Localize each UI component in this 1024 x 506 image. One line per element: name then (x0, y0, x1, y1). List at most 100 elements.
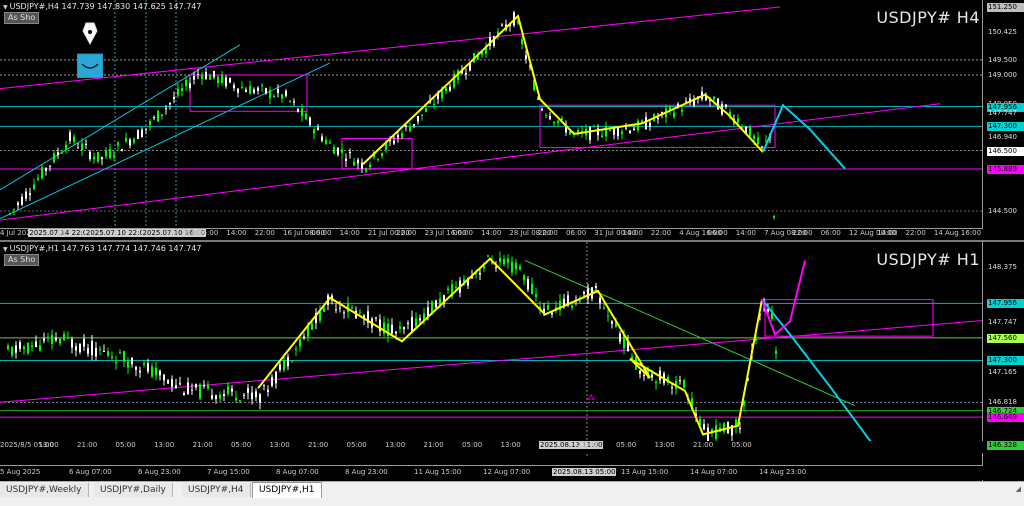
dropdown-arrow-icon[interactable]: ▼ (3, 4, 8, 11)
h4-candle-body (525, 55, 527, 59)
h1-price-label: 147.165 (988, 368, 1017, 377)
h4-candle-body (225, 77, 227, 87)
h1-candle-body (75, 346, 77, 351)
h1-candle-body (151, 366, 153, 377)
h4-candle-body (417, 116, 419, 122)
h1-candle-body (83, 338, 85, 347)
h1-time-label: 05:00 (346, 441, 367, 449)
h4-candle-body (121, 149, 123, 152)
h1-date-time-label: 11 Aug 15:00 (414, 468, 462, 476)
h4-chart-pane[interactable]: ▼ USDJPY#,H4 147.739 147.830 147.625 147.… (0, 0, 1024, 240)
h1-candle-body (43, 338, 45, 341)
h1-candle-body (51, 334, 53, 344)
h4-candle-body (313, 129, 315, 134)
h4-candle-body (561, 118, 563, 120)
h1-candle-body (323, 308, 325, 312)
h4-candle-body (269, 90, 271, 99)
pen-nib-icon[interactable] (76, 20, 104, 79)
h4-candle-body (13, 208, 15, 210)
h1-price-plot[interactable]: ⁂ (0, 242, 983, 457)
h4-candle-body (749, 127, 751, 137)
h1-candle-body (391, 324, 393, 334)
h4-candle-body (45, 168, 47, 171)
h1-chart-pane[interactable]: ⁂ ▼ USDJPY#,H1 147.763 147.774 147.746 14… (0, 242, 1024, 481)
h1-time-label: 13:00 (38, 441, 59, 449)
h1-candle-body (479, 273, 481, 275)
h4-candle-body (221, 74, 223, 83)
h4-header-text: USDJPY#,H4 147.739 147.830 147.625 147.7… (9, 2, 202, 11)
h4-price-axis[interactable]: 151.250150.425149.500149.000148.050147.9… (982, 0, 1024, 240)
h4-candle-body (73, 136, 75, 143)
tab-usdjpy-weekly[interactable]: USDJPY#,Weekly (0, 483, 89, 497)
h1-candle-body (199, 384, 201, 399)
h1-candle-body (515, 262, 517, 270)
h4-price-plot[interactable] (0, 0, 983, 228)
h1-candle-body (187, 382, 189, 395)
h1-trendline-green (524, 260, 856, 407)
h4-candle-body (633, 128, 635, 131)
h1-candle-body (23, 346, 25, 349)
h4-candle-body (537, 98, 539, 100)
h4-time-label: 22:00 (254, 229, 275, 237)
h1-date-axis[interactable]: 5 Aug 2025 6 Aug 07:00 6 Aug 23:00 7 Aug 15… (0, 465, 983, 480)
h1-candle-body (499, 258, 501, 263)
h1-candle-body (143, 363, 145, 365)
h4-candle-body (229, 77, 231, 83)
h1-candle-body (147, 363, 149, 372)
tab-usdjpy-daily[interactable]: USDJPY#,Daily (94, 483, 173, 497)
h1-candle-body (631, 356, 633, 359)
h4-price-label: 147.747 (988, 108, 1017, 117)
h4-candle-body (133, 138, 135, 143)
h4-candle-body (449, 86, 451, 91)
h1-time-label: 13:00 (154, 441, 175, 449)
h4-candle-body (273, 95, 275, 97)
h1-price-axis[interactable]: 148.375 147.956 147.747 147.560 147.300 147.1… (982, 242, 1024, 481)
h1-candle-body (223, 393, 225, 397)
h4-candle-body (53, 153, 55, 163)
h4-candle-body (161, 114, 163, 116)
h4-time-label: 14:00 (226, 229, 247, 237)
h4-candle-body (201, 74, 203, 79)
h1-candle-body (583, 291, 585, 294)
h4-candle-body (113, 154, 115, 157)
h4-candle-body (157, 110, 159, 122)
status-bar (0, 498, 1024, 506)
h4-candle-body (33, 184, 35, 189)
h1-time-label: 21:00 (693, 441, 714, 449)
h1-candle-body (79, 343, 81, 353)
h1-date-time-label: 6 Aug 07:00 (69, 468, 112, 476)
h1-candle-body (159, 370, 161, 376)
h1-date-time-label: 6 Aug 23:00 (138, 468, 181, 476)
tab-usdjpy-h1[interactable]: USDJPY#,H1 (252, 482, 322, 499)
chart-tab-bar: ◢ USDJPY#,Weekly USDJPY#,Daily USDJPY#,H4 U… (0, 481, 1024, 499)
h4-time-label: 06:00 (707, 229, 728, 237)
h4-as-shown-button[interactable]: As Sho (4, 12, 40, 24)
h1-candle-body (227, 386, 229, 394)
h1-candle-body (595, 285, 597, 289)
h4-time-label: 14:00 (481, 229, 502, 237)
h4-time-label: 06:00 (452, 229, 473, 237)
tab-usdjpy-h4[interactable]: USDJPY#,H4 (182, 483, 251, 497)
h4-candle-body (657, 117, 659, 120)
h1-candle-body (619, 333, 621, 342)
h1-as-shown-button[interactable]: As Sho (4, 254, 40, 266)
h1-candle-body (251, 392, 253, 400)
h1-candle-body (59, 338, 61, 344)
h4-time-axis[interactable]: 4 Jul 2025 2025.07.14 22:00 06: 2025.07.10 … (0, 228, 983, 240)
dropdown-arrow-icon[interactable]: ▼ (3, 246, 8, 253)
h1-candle-body (683, 380, 685, 388)
resize-grip-icon[interactable]: ◢ (1016, 485, 1021, 493)
h1-candle-body (211, 395, 213, 399)
h4-candle-body (189, 83, 191, 89)
h4-candle-body (261, 85, 263, 87)
h1-time-axis[interactable]: 2025/8/5 05:00 13:00 21:00 05:00 13:00 21:00 0… (0, 441, 983, 453)
h1-candle-body (7, 345, 9, 350)
h4-candle-body (97, 152, 99, 162)
h1-candle-body (447, 288, 449, 291)
h1-candle-body (295, 348, 297, 350)
h1-time-label: 13:00 (500, 441, 521, 449)
h4-time-label: 14 Aug 16:00 (933, 229, 982, 237)
h4-candle-body (377, 159, 379, 161)
h1-candle-body (431, 301, 433, 313)
h4-candle-body (217, 76, 219, 84)
